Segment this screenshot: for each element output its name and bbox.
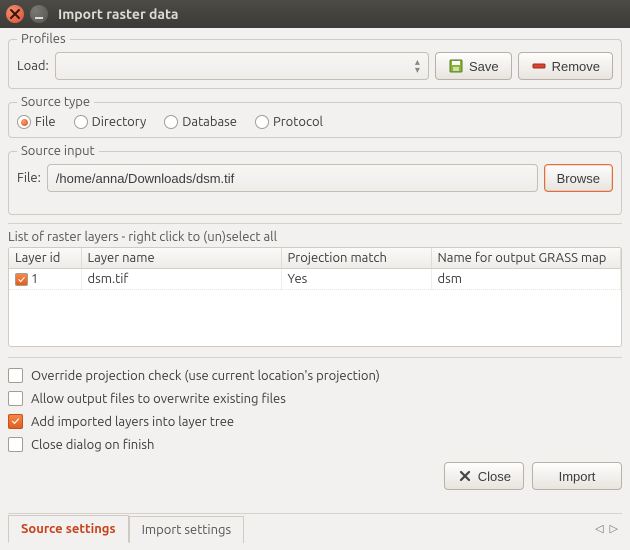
radio-icon <box>255 115 269 129</box>
col-layer-id[interactable]: Layer id <box>9 248 81 269</box>
radio-icon <box>17 115 31 129</box>
tab-import-label: Import settings <box>142 523 232 537</box>
save-button[interactable]: Save <box>435 52 512 80</box>
chevron-updown-icon: ▴▾ <box>415 58 420 74</box>
radio-directory-label: Directory <box>92 115 147 129</box>
file-label: File: <box>17 171 41 185</box>
radio-file[interactable]: File <box>17 115 56 129</box>
tab-import-settings[interactable]: Import settings <box>129 516 245 543</box>
radio-protocol-label: Protocol <box>273 115 323 129</box>
source-type-legend: Source type <box>17 95 94 109</box>
check-override-label: Override projection check (use current l… <box>31 369 380 383</box>
radio-icon <box>164 115 178 129</box>
check-close-on-finish[interactable]: Close dialog on finish <box>8 437 622 452</box>
check-overwrite[interactable]: Allow output files to overwrite existing… <box>8 391 622 406</box>
profiles-group: Profiles Load: ▴▾ Save Remove <box>8 32 622 89</box>
cell-projection: Yes <box>281 269 431 290</box>
save-icon <box>448 58 464 74</box>
checkbox-icon <box>8 437 23 452</box>
table-header-row: Layer id Layer name Projection match Nam… <box>9 248 621 269</box>
tab-scroll-right[interactable]: ▷ <box>610 522 618 535</box>
close-button[interactable]: Close <box>444 462 524 490</box>
source-type-group: Source type File Directory Database Prot… <box>8 95 622 138</box>
check-close-finish-label: Close dialog on finish <box>31 438 154 452</box>
tab-source-settings[interactable]: Source settings <box>8 515 129 543</box>
source-input-legend: Source input <box>17 144 99 158</box>
radio-protocol[interactable]: Protocol <box>255 115 323 129</box>
radio-directory[interactable]: Directory <box>74 115 147 129</box>
layer-table: Layer id Layer name Projection match Nam… <box>8 247 622 347</box>
radio-database-label: Database <box>182 115 237 129</box>
col-output-name[interactable]: Name for output GRASS map <box>431 248 621 269</box>
source-input-group: Source input File: Browse <box>8 144 622 215</box>
check-add-tree-label: Add imported layers into layer tree <box>31 415 234 429</box>
divider <box>8 357 622 358</box>
titlebar: Import raster data <box>0 0 630 28</box>
import-button[interactable]: Import <box>532 462 622 490</box>
load-label: Load: <box>17 59 49 73</box>
browse-button-label: Browse <box>557 171 600 186</box>
window-close-button[interactable] <box>6 5 24 23</box>
cell-output: dsm <box>431 269 621 290</box>
radio-database[interactable]: Database <box>164 115 237 129</box>
tab-bar: Source settings Import settings ◁ ▷ <box>8 513 622 542</box>
layer-list-caption: List of raster layers - right click to (… <box>8 230 622 244</box>
check-override-projection[interactable]: Override projection check (use current l… <box>8 368 622 383</box>
col-layer-name[interactable]: Layer name <box>81 248 281 269</box>
save-button-label: Save <box>469 59 499 74</box>
close-icon <box>457 468 473 484</box>
cell-layer-id: 1 <box>31 272 38 286</box>
file-path-input[interactable] <box>47 164 538 192</box>
checkbox-icon <box>8 414 23 429</box>
remove-icon <box>531 58 547 74</box>
close-icon <box>7 6 23 22</box>
divider <box>8 223 622 224</box>
row-checkbox[interactable] <box>15 273 28 286</box>
remove-button[interactable]: Remove <box>518 52 613 80</box>
cell-layer-name: dsm.tif <box>81 269 281 290</box>
remove-button-label: Remove <box>552 59 600 74</box>
minimize-icon <box>31 6 47 22</box>
radio-icon <box>74 115 88 129</box>
checkbox-icon <box>8 391 23 406</box>
browse-button[interactable]: Browse <box>544 164 613 192</box>
window-title: Import raster data <box>58 6 178 22</box>
radio-file-label: File <box>35 115 56 129</box>
close-button-label: Close <box>478 469 511 484</box>
check-overwrite-label: Allow output files to overwrite existing… <box>31 392 286 406</box>
profile-select[interactable]: ▴▾ <box>55 52 429 80</box>
check-add-layer-tree[interactable]: Add imported layers into layer tree <box>8 414 622 429</box>
table-row[interactable]: 1 dsm.tif Yes dsm <box>9 269 621 290</box>
profiles-legend: Profiles <box>17 32 70 46</box>
checkbox-icon <box>8 368 23 383</box>
window-minimize-button[interactable] <box>30 5 48 23</box>
import-button-label: Import <box>559 469 596 484</box>
col-projection[interactable]: Projection match <box>281 248 431 269</box>
tab-scroll-left[interactable]: ◁ <box>595 522 603 535</box>
tab-source-label: Source settings <box>21 522 116 536</box>
